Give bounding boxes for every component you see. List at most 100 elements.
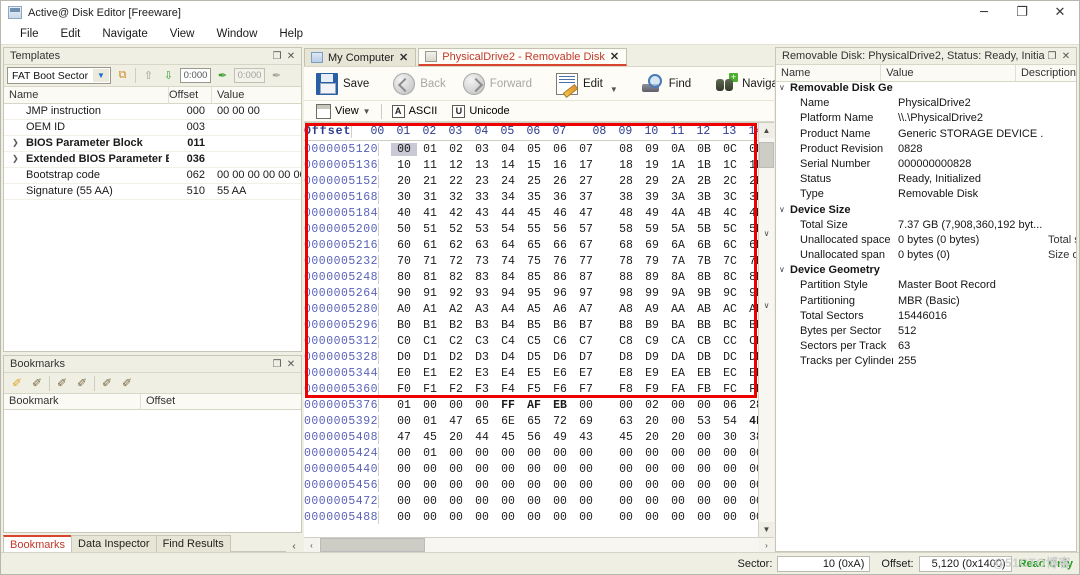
hex-byte[interactable]: 80 <box>391 271 417 284</box>
hex-viewport[interactable]: Offset 00010203040506070809101112131415 … <box>304 123 758 537</box>
hex-row[interactable]: 0000005296B0B1B2B3B4B5B6B7B8B9BABBBCBDBE… <box>304 317 758 333</box>
table-row[interactable]: Signature (55 AA) 510 55 AA <box>4 184 301 200</box>
hex-byte[interactable]: 27 <box>573 175 599 188</box>
hex-byte[interactable]: 8A <box>665 271 691 284</box>
hex-byte[interactable]: 25 <box>521 175 547 188</box>
hex-byte[interactable]: 09 <box>639 143 665 156</box>
hex-byte[interactable]: 00 <box>639 495 665 508</box>
hex-byte[interactable]: 01 <box>417 415 443 428</box>
hex-byte[interactable]: 23 <box>469 175 495 188</box>
property-row[interactable]: Serial Number 000000000828 <box>776 158 1076 173</box>
hex-byte[interactable]: 9B <box>691 287 717 300</box>
hex-byte[interactable]: 56 <box>547 223 573 236</box>
table-row[interactable]: Bootstrap code 062 00 00 00 00 00 00 00 ..… <box>4 168 301 184</box>
hex-byte[interactable]: 8C <box>717 271 743 284</box>
hex-byte[interactable]: 1A <box>665 159 691 172</box>
hex-byte[interactable]: CD <box>743 335 758 348</box>
hex-byte[interactable]: 35 <box>521 191 547 204</box>
chevron-down-icon[interactable]: ▼ <box>363 107 371 116</box>
hex-byte[interactable]: 64 <box>495 239 521 252</box>
hex-byte[interactable]: 30 <box>717 431 743 444</box>
hex-byte[interactable]: 4B <box>691 207 717 220</box>
hex-byte[interactable]: 4A <box>665 207 691 220</box>
find-button[interactable]: Find <box>634 68 699 100</box>
chevron-down-icon[interactable]: ▼ <box>93 69 109 82</box>
hex-byte[interactable]: 01 <box>417 143 443 156</box>
hex-byte[interactable]: 53 <box>691 415 717 428</box>
hex-byte[interactable]: 5A <box>665 223 691 236</box>
hex-byte[interactable]: A3 <box>469 303 495 316</box>
scroll-down-icon[interactable]: ▼ <box>759 522 774 537</box>
hex-byte[interactable]: 3D <box>743 191 758 204</box>
scroll-right-icon[interactable]: › <box>759 538 774 552</box>
hex-byte[interactable]: 32 <box>443 191 469 204</box>
hex-byte[interactable]: 00 <box>691 495 717 508</box>
hex-byte[interactable]: 20 <box>443 431 469 444</box>
hex-byte[interactable]: 0A <box>665 143 691 156</box>
hex-row[interactable]: 0000005392000147656E65726963200053544F52… <box>304 413 758 429</box>
doc-tab-physicaldrive2[interactable]: PhysicalDrive2 - Removable Disk ✕ <box>418 48 628 66</box>
hex-byte[interactable]: 99 <box>639 287 665 300</box>
hex-byte[interactable]: 00 <box>573 447 599 460</box>
hex-byte[interactable]: 20 <box>639 431 665 444</box>
property-row[interactable]: Total Sectors 15446016 <box>776 310 1076 325</box>
hex-byte[interactable]: E4 <box>495 367 521 380</box>
hex-byte[interactable]: 00 <box>573 479 599 492</box>
hex-byte[interactable]: AB <box>691 303 717 316</box>
hex-byte[interactable]: 00 <box>417 463 443 476</box>
hex-byte[interactable]: 33 <box>469 191 495 204</box>
hex-row[interactable]: 0000005232707172737475767778797A7B7C7D7E… <box>304 253 758 269</box>
hex-byte[interactable]: 96 <box>547 287 573 300</box>
hex-byte[interactable]: 92 <box>443 287 469 300</box>
hex-byte[interactable]: 00 <box>639 479 665 492</box>
hex-byte[interactable]: F0 <box>391 383 417 396</box>
menu-file[interactable]: File <box>9 26 50 42</box>
hex-byte[interactable]: 53 <box>469 223 495 236</box>
hex-byte[interactable]: D0 <box>391 351 417 364</box>
unicode-button[interactable]: U Unicode <box>446 103 515 120</box>
close-panel-icon[interactable]: ✕ <box>284 357 298 371</box>
hex-byte[interactable]: D8 <box>613 351 639 364</box>
hex-byte[interactable]: 00 <box>665 447 691 460</box>
table-row[interactable]: ❯Extended BIOS Parameter Bl... 036 <box>4 152 301 168</box>
hex-byte[interactable]: 00 <box>469 479 495 492</box>
hex-byte[interactable]: 63 <box>469 239 495 252</box>
hex-byte[interactable]: 93 <box>469 287 495 300</box>
hex-row[interactable]: 0000005440000000000000000000000000000000… <box>304 461 758 477</box>
hex-byte[interactable]: B9 <box>639 319 665 332</box>
pin-icon-2[interactable]: ✒ <box>268 67 285 84</box>
hex-vertical-scrollbar[interactable]: ▲ ∨ ∨ ▼ <box>758 123 774 537</box>
hex-byte[interactable]: FB <box>691 383 717 396</box>
hex-byte[interactable]: A2 <box>443 303 469 316</box>
property-row[interactable]: Tracks per Cylinder 255 <box>776 355 1076 370</box>
hex-byte[interactable]: 78 <box>613 255 639 268</box>
table-row[interactable]: OEM ID 003 <box>4 120 301 136</box>
hex-byte[interactable]: 5D <box>743 223 758 236</box>
hex-byte[interactable]: 88 <box>613 271 639 284</box>
hex-byte[interactable]: 00 <box>743 495 758 508</box>
hex-byte[interactable]: 45 <box>495 431 521 444</box>
hex-byte[interactable]: 52 <box>443 223 469 236</box>
hex-byte[interactable]: 00 <box>613 399 639 412</box>
property-group-row[interactable]: ∨ Device Geometry <box>776 264 1076 279</box>
hex-byte[interactable]: 00 <box>391 447 417 460</box>
hex-byte[interactable]: A1 <box>417 303 443 316</box>
hscroll-thumb[interactable] <box>320 538 425 552</box>
hex-byte[interactable]: 89 <box>639 271 665 284</box>
hex-byte[interactable]: 45 <box>417 431 443 444</box>
hex-byte[interactable]: 06 <box>717 399 743 412</box>
hex-byte[interactable]: B0 <box>391 319 417 332</box>
hex-byte[interactable]: E3 <box>469 367 495 380</box>
hex-byte[interactable]: 00 <box>443 463 469 476</box>
hex-byte[interactable]: 00 <box>717 511 743 524</box>
hex-byte[interactable]: 11 <box>417 159 443 172</box>
hex-byte[interactable]: C4 <box>495 335 521 348</box>
hex-byte[interactable]: 34 <box>495 191 521 204</box>
hex-byte[interactable]: 06 <box>547 143 573 156</box>
hex-byte[interactable]: D3 <box>469 351 495 364</box>
property-row[interactable]: Total Size 7.37 GB (7,908,360,192 byt... <box>776 219 1076 234</box>
hex-byte[interactable]: 00 <box>495 511 521 524</box>
hex-byte[interactable]: 67 <box>573 239 599 252</box>
bookmark-prev-icon[interactable]: ✐ <box>73 375 91 392</box>
hex-byte[interactable]: 20 <box>391 175 417 188</box>
